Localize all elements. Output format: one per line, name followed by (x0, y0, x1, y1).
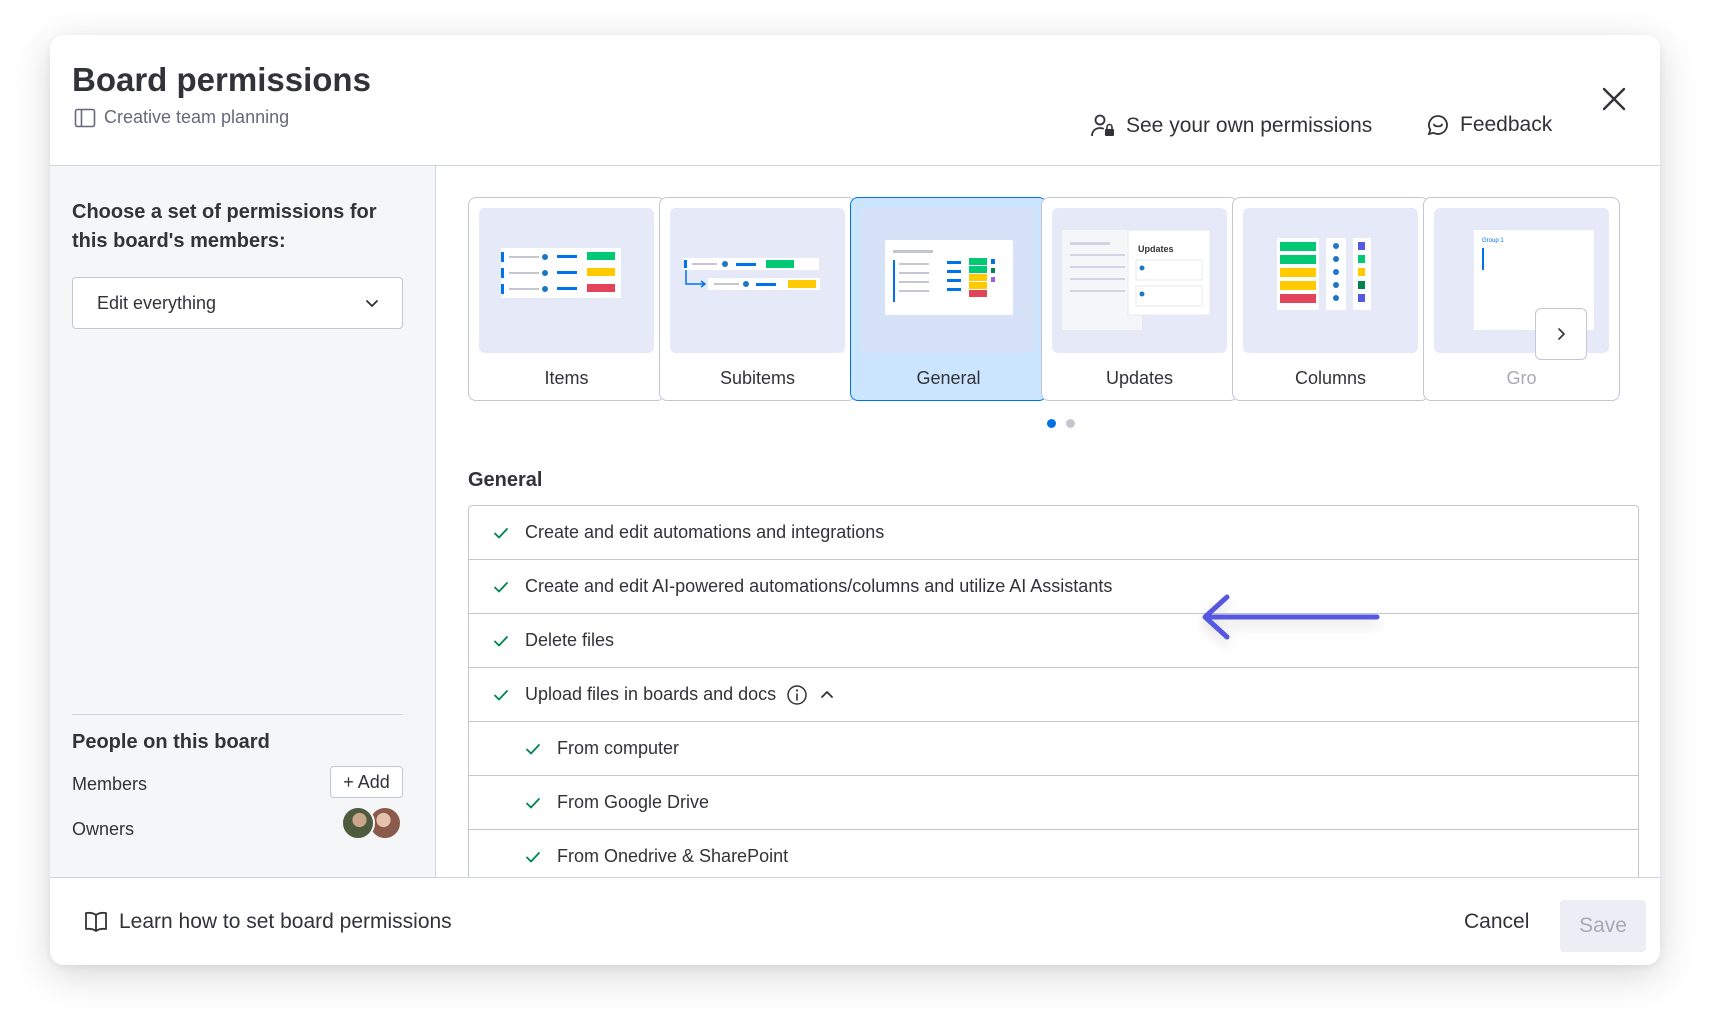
carousel-track: Items Subitems General Updates Updates C… (468, 197, 1639, 407)
owners-label: Owners (72, 819, 135, 839)
pagination-dot[interactable] (1047, 419, 1056, 428)
people-on-board-title: People on this board (72, 731, 270, 753)
permission-label: From computer (557, 738, 680, 758)
permission-row: Create and edit automations and integrat… (469, 506, 1638, 560)
permission-label: Upload files in boards and docs (525, 684, 777, 704)
dialog-footer: Learn how to set board permissions Cance… (50, 877, 1660, 965)
dialog-header: Board permissions Creative team planning… (50, 35, 1660, 166)
feedback-chat-icon (1427, 115, 1448, 136)
check-icon (526, 743, 540, 754)
chevron-up-icon[interactable] (818, 686, 836, 704)
permission-row: Create and edit AI-powered automations/c… (469, 560, 1638, 614)
board-permissions-dialog: Board permissions Creative team planning… (50, 35, 1660, 965)
category-card-general[interactable]: General (850, 197, 1047, 401)
feedback-label: Feedback (1460, 113, 1553, 136)
chevron-right-icon (1558, 328, 1565, 340)
close-icon[interactable] (1598, 83, 1630, 115)
permission-row: Upload files in boards and docs (469, 668, 1638, 722)
carousel-pagination (1047, 419, 1075, 428)
learn-permissions-label: Learn how to set board permissions (119, 910, 452, 933)
check-icon (494, 581, 508, 592)
category-card-label: Gro (1506, 368, 1537, 388)
board-name-label: Creative team planning (104, 107, 290, 127)
permission-sub-row: From Onedrive & SharePoint (469, 830, 1638, 877)
board-name: Creative team planning (74, 107, 289, 128)
updates-illustration: Updates (1052, 208, 1227, 353)
annotation-arrow-icon (1202, 594, 1380, 640)
category-card-label: General (916, 368, 981, 388)
groups-thumb-title: Group 1 (1482, 238, 1504, 244)
columns-illustration (1243, 208, 1418, 353)
owner-avatar[interactable] (341, 806, 375, 840)
updates-thumb-title: Updates (1138, 244, 1174, 254)
category-card-groups[interactable]: Group 1 Gro (1423, 197, 1620, 401)
category-card-label: Items (544, 368, 589, 388)
board-icon (74, 108, 96, 127)
check-icon (494, 689, 508, 700)
section-title: General (468, 469, 543, 491)
pagination-dot[interactable] (1066, 419, 1075, 428)
permission-sub-row: From computer (469, 722, 1638, 776)
category-card-items[interactable]: Items (468, 197, 665, 401)
permission-label: Delete files (525, 630, 615, 650)
cancel-button[interactable]: Cancel (1464, 910, 1529, 934)
check-icon (526, 851, 540, 862)
category-card-columns[interactable]: Columns (1232, 197, 1429, 401)
add-member-button[interactable]: + Add (330, 766, 403, 798)
permission-category-carousel: Items Subitems General Updates Updates C… (437, 166, 1660, 428)
permission-set-value: Edit everything (97, 292, 217, 313)
see-own-permissions-button[interactable]: See your own permissions (1090, 113, 1372, 139)
permission-label: Create and edit AI-powered automations/c… (525, 576, 1113, 596)
category-card-updates[interactable]: Updates Updates (1041, 197, 1238, 401)
see-own-permissions-label: See your own permissions (1126, 114, 1373, 137)
check-icon (526, 797, 540, 808)
permissions-content: Items Subitems General Updates Updates C… (437, 166, 1660, 877)
permission-label: From Onedrive & SharePoint (557, 846, 789, 866)
book-icon (85, 911, 107, 932)
permission-set-dropdown[interactable]: Edit everything (72, 277, 403, 329)
check-icon (494, 527, 508, 538)
user-lock-icon (1091, 114, 1114, 137)
learn-permissions-link[interactable]: Learn how to set board permissions (83, 910, 452, 934)
check-icon (494, 635, 508, 646)
feedback-button[interactable]: Feedback (1426, 113, 1552, 137)
permission-label: Create and edit automations and integrat… (525, 522, 885, 542)
subitems-illustration (670, 208, 845, 353)
items-illustration (479, 208, 654, 353)
category-card-label: Subitems (719, 368, 796, 388)
category-card-label: Columns (1294, 368, 1367, 388)
permissions-list: Create and edit automations and integrat… (468, 505, 1639, 877)
save-button[interactable]: Save (1560, 900, 1646, 952)
permission-set-heading: Choose a set of permissions for this boa… (72, 201, 377, 252)
chevron-down-icon (366, 300, 378, 307)
members-label: Members (72, 774, 148, 794)
carousel-next-button[interactable] (1535, 308, 1587, 360)
general-illustration (861, 208, 1036, 353)
category-card-label: Updates (1105, 368, 1174, 388)
info-icon[interactable] (786, 684, 808, 706)
divider (72, 714, 403, 715)
dialog-title: Board permissions (72, 61, 371, 98)
permission-row: Delete files (469, 614, 1638, 668)
permission-sub-row: From Google Drive (469, 776, 1638, 830)
permission-set-panel: Choose a set of permissions for this boa… (50, 166, 436, 877)
permission-label: From Google Drive (557, 792, 710, 812)
category-card-subitems[interactable]: Subitems (659, 197, 856, 401)
